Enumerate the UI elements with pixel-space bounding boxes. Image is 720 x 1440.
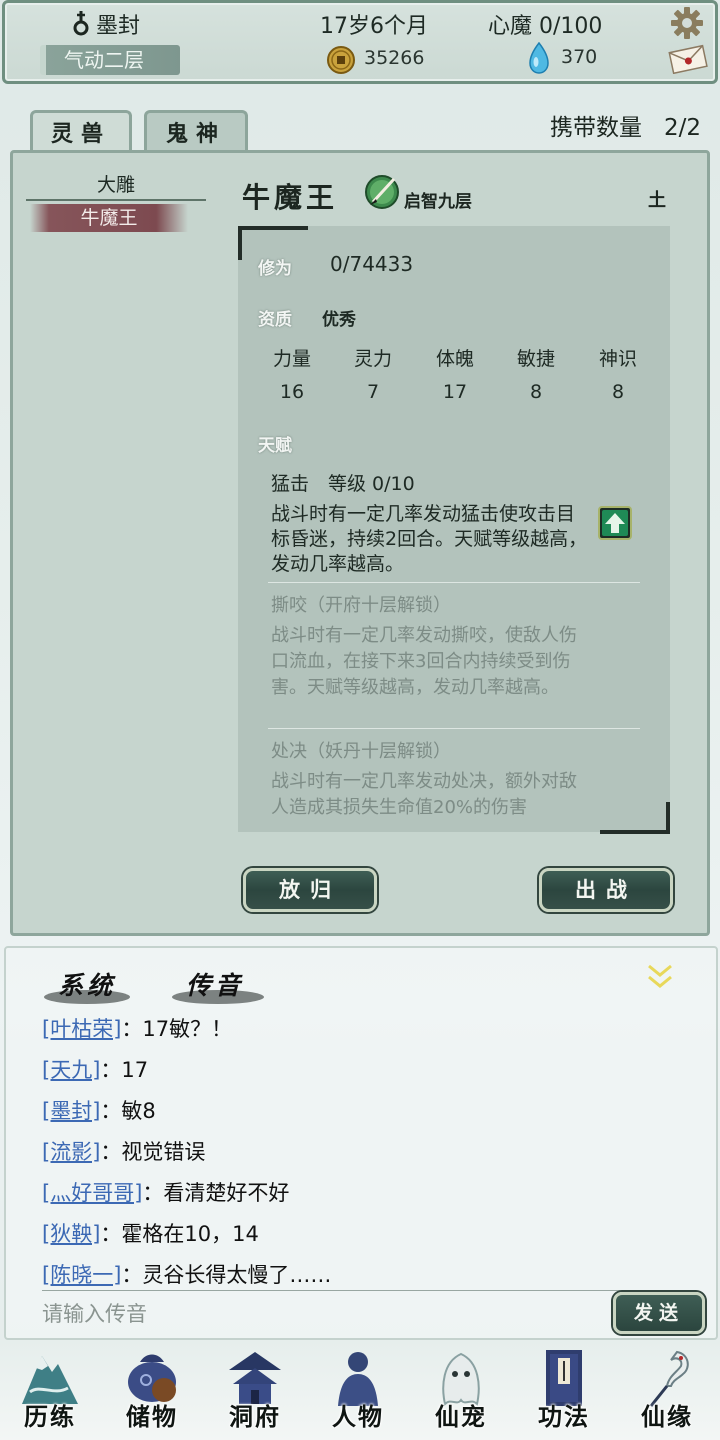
stat-label-physique: 体魄 — [435, 348, 474, 370]
tab-spirit-beast[interactable]: 灵兽 — [30, 110, 132, 154]
nav-item-storage[interactable]: 储物 — [102, 1346, 202, 1440]
player-age: 17岁6个月 — [320, 14, 428, 39]
chat-text: ：灵谷长得太慢了…… — [121, 1263, 332, 1287]
battle-button[interactable]: 出战 — [539, 868, 673, 912]
chat-message: [天九]：17 — [42, 1054, 148, 1084]
player-name[interactable]: 墨封 — [96, 8, 140, 40]
chat-message: [墨封]：敏8 — [42, 1095, 156, 1125]
chat-message: [灬好哥哥]：看清楚好不好 — [42, 1177, 289, 1207]
double-chevron-down-icon[interactable] — [646, 962, 674, 992]
carry-value: 2/2 — [663, 115, 701, 141]
nav-item-character[interactable]: 人物 — [308, 1346, 408, 1440]
nav-item-fate[interactable]: 仙缘 — [617, 1346, 717, 1440]
stat-label-strength: 力量 — [272, 348, 311, 370]
cultivation-label: 修为 — [258, 259, 292, 279]
heart-demon-counter: 心魔 0/100 — [488, 14, 603, 39]
nav-label: 仙宠 — [435, 1402, 487, 1431]
chat-sender-link[interactable]: [灬好哥哥] — [42, 1181, 142, 1205]
chat-message: [陈晓一]：灵谷长得太慢了…… — [42, 1259, 331, 1289]
spirit-gem-icon — [529, 42, 549, 74]
talent-title-locked: 处决（妖丹十层解锁） — [271, 741, 451, 762]
chat-message: [狄鞅]：霍格在10，14 — [42, 1218, 259, 1248]
nav-item-training[interactable]: 历练 — [0, 1346, 100, 1440]
talent-label: 天赋 — [258, 436, 292, 456]
nav-label: 储物 — [126, 1402, 178, 1431]
chat-sender-link[interactable]: [墨封] — [42, 1099, 100, 1123]
stat-label-agility: 敏捷 — [516, 348, 555, 370]
aptitude-value: 优秀 — [322, 310, 356, 330]
stat-value-physique: 17 — [442, 381, 468, 403]
tab-ghost-god[interactable]: 鬼神 — [144, 110, 248, 154]
stat-value-strength: 16 — [279, 381, 305, 403]
chat-text: ：看清楚好不好 — [142, 1181, 290, 1205]
chat-text: ：敏8 — [100, 1099, 156, 1123]
chat-tab-message[interactable]: 传音 — [170, 966, 260, 1006]
stat-value-agility: 8 — [529, 381, 543, 403]
divider — [268, 728, 640, 729]
release-button[interactable]: 放归 — [243, 868, 377, 912]
mail-icon[interactable] — [668, 44, 708, 74]
nav-label: 历练 — [24, 1402, 76, 1431]
carry-count: 携带数量 2/2 — [550, 108, 701, 142]
coin-count: 35266 — [364, 47, 425, 69]
coin-icon — [327, 46, 355, 74]
nav-label: 仙缘 — [641, 1402, 693, 1431]
beast-element: 土 — [648, 190, 666, 211]
talent-title-locked: 撕咬（开府十层解锁） — [271, 595, 451, 616]
stat-value-spirit: 7 — [366, 381, 380, 403]
gear-icon[interactable] — [670, 6, 704, 40]
talent-title: 猛击 等级 0/10 — [271, 473, 415, 495]
divider — [268, 582, 640, 583]
chat-sender-link[interactable]: [陈晓一] — [42, 1263, 121, 1287]
chat-input[interactable] — [42, 1296, 602, 1332]
carry-label: 携带数量 — [550, 115, 642, 141]
realm-badge: 气动二层 — [40, 45, 180, 75]
beast-name: 牛魔王 — [242, 181, 339, 214]
chat-sender-link[interactable]: [叶枯荣] — [42, 1017, 121, 1041]
nav-label: 功法 — [538, 1402, 590, 1431]
divider — [26, 199, 206, 201]
talent-description: 战斗时有一定几率发动猛击使攻击目标昏迷，持续2回合。天赋等级越高，发动几率越高。 — [271, 503, 588, 575]
cultivation-value: 0/74433 — [330, 252, 414, 276]
rename-brush-icon[interactable] — [364, 174, 400, 210]
chat-text: ：17 — [100, 1058, 149, 1082]
chat-sender-link[interactable]: [流影] — [42, 1140, 100, 1164]
upgrade-arrow-icon[interactable] — [598, 506, 632, 540]
gem-count: 370 — [561, 46, 598, 68]
divider — [42, 1290, 676, 1291]
stat-label-sense: 神识 — [598, 348, 637, 370]
nav-item-cave[interactable]: 洞府 — [205, 1346, 305, 1440]
talent-description-locked: 战斗时有一定几率发动撕咬，使敌人伤口流血，在接下来3回合内持续受到伤害。天赋等级… — [271, 625, 577, 698]
chat-tab-system[interactable]: 系统 — [42, 966, 132, 1006]
send-button[interactable]: 发送 — [613, 1292, 705, 1334]
beast-level: 启智九层 — [404, 192, 472, 212]
stat-value-sense: 8 — [611, 381, 625, 403]
chat-sender-link[interactable]: [狄鞅] — [42, 1222, 100, 1246]
nav-label: 人物 — [332, 1402, 384, 1431]
frame-corner — [600, 802, 670, 834]
chat-text: ：17敏？！ — [121, 1017, 233, 1041]
chat-message: [流影]：视觉错误 — [42, 1136, 205, 1166]
nav-label: 洞府 — [229, 1402, 281, 1431]
chat-message: [叶枯荣]：17敏？！ — [42, 1013, 232, 1043]
nav-item-skills[interactable]: 功法 — [514, 1346, 614, 1440]
chat-text: ：视觉错误 — [100, 1140, 206, 1164]
beast-list-item-selected[interactable]: 牛魔王 — [30, 204, 188, 232]
chat-sender-link[interactable]: [天九] — [42, 1058, 100, 1082]
aptitude-label: 资质 — [258, 310, 292, 330]
chat-text: ：霍格在10，14 — [100, 1222, 259, 1246]
talent-description-locked: 战斗时有一定几率发动处决，额外对敌人造成其损失生命值20%的伤害 — [271, 771, 577, 818]
nav-item-pet[interactable]: 仙宠 — [411, 1346, 511, 1440]
male-symbol-icon — [73, 11, 89, 36]
beast-list-item[interactable]: 大雕 — [26, 170, 206, 197]
stat-label-spirit: 灵力 — [353, 348, 392, 370]
